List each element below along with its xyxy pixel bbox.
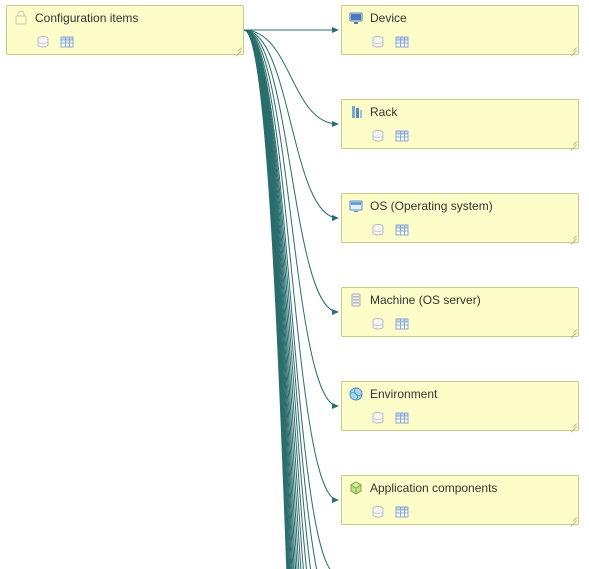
node-body [342, 216, 578, 246]
resize-handle[interactable] [567, 137, 577, 147]
resize-handle[interactable] [567, 513, 577, 523]
resize-handle[interactable] [232, 43, 242, 53]
node-body [7, 28, 243, 58]
node-header: Device [342, 6, 578, 28]
db-icon[interactable] [370, 222, 386, 238]
resize-handle[interactable] [567, 325, 577, 335]
node-root[interactable]: Configuration items [6, 5, 244, 55]
resize-handle[interactable] [567, 231, 577, 241]
node-header: Configuration items [7, 6, 243, 28]
db-icon[interactable] [370, 34, 386, 50]
table-icon[interactable] [394, 316, 410, 332]
resize-handle[interactable] [567, 419, 577, 429]
db-icon[interactable] [370, 504, 386, 520]
screen-icon [348, 198, 364, 214]
monitor-icon [348, 10, 364, 26]
node-child-5[interactable]: Application components [341, 475, 579, 525]
table-icon[interactable] [394, 34, 410, 50]
node-body [342, 122, 578, 152]
resize-handle[interactable] [567, 43, 577, 53]
node-body [342, 310, 578, 340]
node-title: Environment [370, 387, 437, 401]
table-icon[interactable] [394, 128, 410, 144]
table-icon[interactable] [394, 410, 410, 426]
node-body [342, 28, 578, 58]
cube-icon [348, 480, 364, 496]
globe-icon [348, 386, 364, 402]
node-title: Device [370, 11, 407, 25]
node-title: Application components [370, 481, 497, 495]
node-child-4[interactable]: Environment [341, 381, 579, 431]
node-title: Rack [370, 105, 397, 119]
node-title: Configuration items [35, 11, 138, 25]
node-child-3[interactable]: Machine (OS server) [341, 287, 579, 337]
table-icon[interactable] [59, 34, 75, 50]
node-title: OS (Operating system) [370, 199, 493, 213]
diagram-canvas: Configuration items Device Rack OS (Operati… [0, 0, 589, 569]
table-icon[interactable] [394, 504, 410, 520]
node-header: OS (Operating system) [342, 194, 578, 216]
node-body [342, 498, 578, 528]
node-header: Machine (OS server) [342, 288, 578, 310]
node-header: Rack [342, 100, 578, 122]
node-header: Application components [342, 476, 578, 498]
db-icon[interactable] [370, 128, 386, 144]
db-icon[interactable] [370, 316, 386, 332]
node-child-2[interactable]: OS (Operating system) [341, 193, 579, 243]
node-body [342, 404, 578, 434]
node-child-0[interactable]: Device [341, 5, 579, 55]
node-child-1[interactable]: Rack [341, 99, 579, 149]
db-icon[interactable] [35, 34, 51, 50]
node-header: Environment [342, 382, 578, 404]
rack-icon [348, 104, 364, 120]
table-icon[interactable] [394, 222, 410, 238]
server-icon [348, 292, 364, 308]
node-title: Machine (OS server) [370, 293, 481, 307]
config-icon [13, 10, 29, 26]
db-icon[interactable] [370, 410, 386, 426]
